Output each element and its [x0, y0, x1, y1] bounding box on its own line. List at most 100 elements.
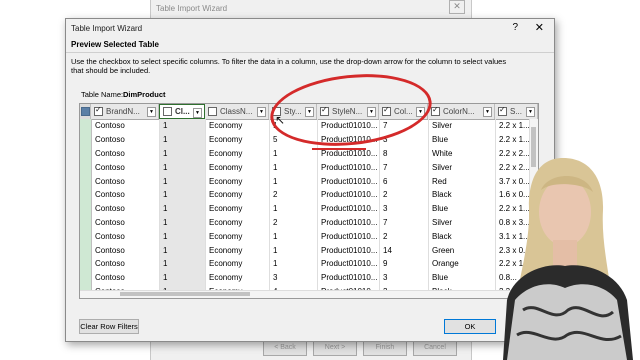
table-cell: Contoso [95, 245, 125, 255]
filter-dropdown-icon[interactable]: ▼ [193, 108, 202, 118]
table-cell: Blue [432, 204, 449, 214]
table-cell: 3 [383, 204, 388, 214]
table-cell: 1 [163, 217, 168, 227]
ok-button[interactable]: OK [444, 319, 496, 334]
table-cell: 1 [163, 162, 168, 172]
annotation-arrow [312, 148, 366, 150]
table-row[interactable]: Contoso 1 Economy 1 Product01010... 14 Green 2.… [91, 243, 538, 257]
table-row[interactable]: Contoso 1 Economy 1 Product01010... 9 Orange 2.… [91, 257, 538, 271]
column-header-colorname[interactable]: ColorN... ▼ [428, 104, 495, 119]
background-close-icon[interactable]: ✕ [449, 0, 465, 14]
table-row[interactable]: Contoso 1 Economy 1 Product01010... 2 Black 3.1… [91, 229, 538, 243]
table-cell: 2 [273, 217, 278, 227]
close-icon[interactable]: ✕ [535, 21, 544, 34]
column-header-classname[interactable]: ClassN... ▼ [205, 104, 269, 119]
table-cell: White [432, 148, 453, 158]
filter-dropdown-icon[interactable]: ▼ [483, 107, 492, 117]
next-button[interactable]: Next > [313, 340, 357, 356]
table-row[interactable]: Contoso 1 Economy 1 Product01010... 6 Red 3.7 x… [91, 174, 538, 188]
horizontal-scroll-thumb[interactable] [120, 292, 250, 296]
dialog-heading: Preview Selected Table [71, 40, 159, 49]
table-cell: Economy [209, 162, 243, 172]
select-all-checkbox[interactable] [81, 107, 90, 116]
table-cell: Economy [209, 204, 243, 214]
cancel-button[interactable]: Cancel [413, 340, 457, 356]
table-cell: 1 [273, 245, 278, 255]
table-cell: 1 [273, 204, 278, 214]
table-cell: Red [432, 176, 447, 186]
table-cell: Contoso [95, 121, 125, 131]
table-cell: Product01010... [321, 204, 378, 214]
table-cell: Contoso [95, 148, 125, 158]
table-cell: 1 [163, 204, 168, 214]
table-cell: Blue [432, 273, 449, 283]
heading-divider [66, 52, 554, 53]
column-checkbox-size[interactable] [498, 105, 507, 116]
table-cell: 2 [383, 231, 388, 241]
back-button[interactable]: < Back [263, 340, 307, 356]
table-cell: 9 [383, 259, 388, 269]
column-checkbox-colorname[interactable] [431, 105, 440, 116]
table-cell: 14 [383, 245, 392, 255]
table-name-label: Table Name: [81, 90, 124, 99]
table-cell: Blue [432, 135, 449, 145]
column-checkbox-class[interactable] [163, 107, 172, 116]
table-row[interactable]: Contoso 1 Economy 2 Product01010... 2 Black 1.6… [91, 188, 538, 202]
table-cell: 1 [163, 176, 168, 186]
horizontal-scrollbar[interactable] [80, 290, 538, 298]
table-cell: 1 [163, 190, 168, 200]
help-icon[interactable]: ? [512, 22, 518, 33]
table-cell: Economy [209, 245, 243, 255]
table-cell: Economy [209, 273, 243, 283]
table-cell: 1 [273, 231, 278, 241]
filter-dropdown-icon[interactable]: ▼ [257, 107, 266, 117]
table-cell: Contoso [95, 190, 125, 200]
column-header-brandname[interactable]: BrandN... ▼ [91, 104, 159, 119]
table-cell: 1 [273, 176, 278, 186]
select-all-corner[interactable] [80, 104, 91, 119]
table-cell: 1 [163, 135, 168, 145]
column-label: ClassN... [220, 107, 253, 116]
filter-dropdown-icon[interactable]: ▼ [147, 107, 156, 117]
table-row[interactable]: Contoso 1 Economy 3 Product01010... 3 Blue 0.8.… [91, 271, 538, 285]
filter-dropdown-icon[interactable]: ▼ [526, 107, 535, 117]
table-cell: Economy [209, 135, 243, 145]
table-cell: 1 [273, 162, 278, 172]
table-cell: Orange [432, 259, 459, 269]
table-cell: Economy [209, 217, 243, 227]
table-row[interactable]: Contoso 1 Economy 1 Product01010... 7 Silver 2.… [91, 160, 538, 174]
presenter-video-overlay [503, 158, 633, 360]
presenter-neck [553, 240, 577, 266]
preview-dialog: Table Import Wizard ? ✕ Preview Selected… [65, 18, 555, 342]
clear-row-filters-button[interactable]: Clear Row Filters [79, 319, 139, 334]
column-label: BrandN... [106, 107, 140, 116]
table-cell: 1 [273, 259, 278, 269]
table-cell: Economy [209, 148, 243, 158]
table-cell: 1 [273, 148, 278, 158]
table-cell: Product01010... [321, 273, 378, 283]
column-checkbox-brandname[interactable] [94, 105, 103, 116]
finish-button[interactable]: Finish [363, 340, 407, 356]
table-cell: Economy [209, 231, 243, 241]
table-cell: Contoso [95, 204, 125, 214]
table-cell: 2 [383, 190, 388, 200]
table-row[interactable]: Contoso 1 Economy 1 Product01010... 3 Blue 2.2 … [91, 202, 538, 216]
table-cell: Green [432, 245, 455, 255]
table-cell: 1 [163, 231, 168, 241]
table-cell: Product01010... [321, 176, 378, 186]
table-cell: 7 [383, 162, 388, 172]
background-window-title: Table Import Wizard [156, 4, 228, 13]
table-cell: 3 [383, 273, 388, 283]
table-cell: Black [432, 231, 452, 241]
table-cell: Silver [432, 217, 453, 227]
table-cell: Product01010... [321, 231, 378, 241]
table-cell: Contoso [95, 176, 125, 186]
column-header-size[interactable]: S... ▼ [495, 104, 538, 119]
column-checkbox-classname[interactable] [208, 107, 217, 116]
column-header-class[interactable]: Cl... ▼ [159, 104, 205, 119]
table-cell: Product01010... [321, 245, 378, 255]
column-label: Cl... [175, 107, 190, 116]
table-cell: 8 [383, 148, 388, 158]
table-cell: Contoso [95, 273, 125, 283]
table-row[interactable]: Contoso 1 Economy 2 Product01010... 7 Silver 0.… [91, 216, 538, 230]
